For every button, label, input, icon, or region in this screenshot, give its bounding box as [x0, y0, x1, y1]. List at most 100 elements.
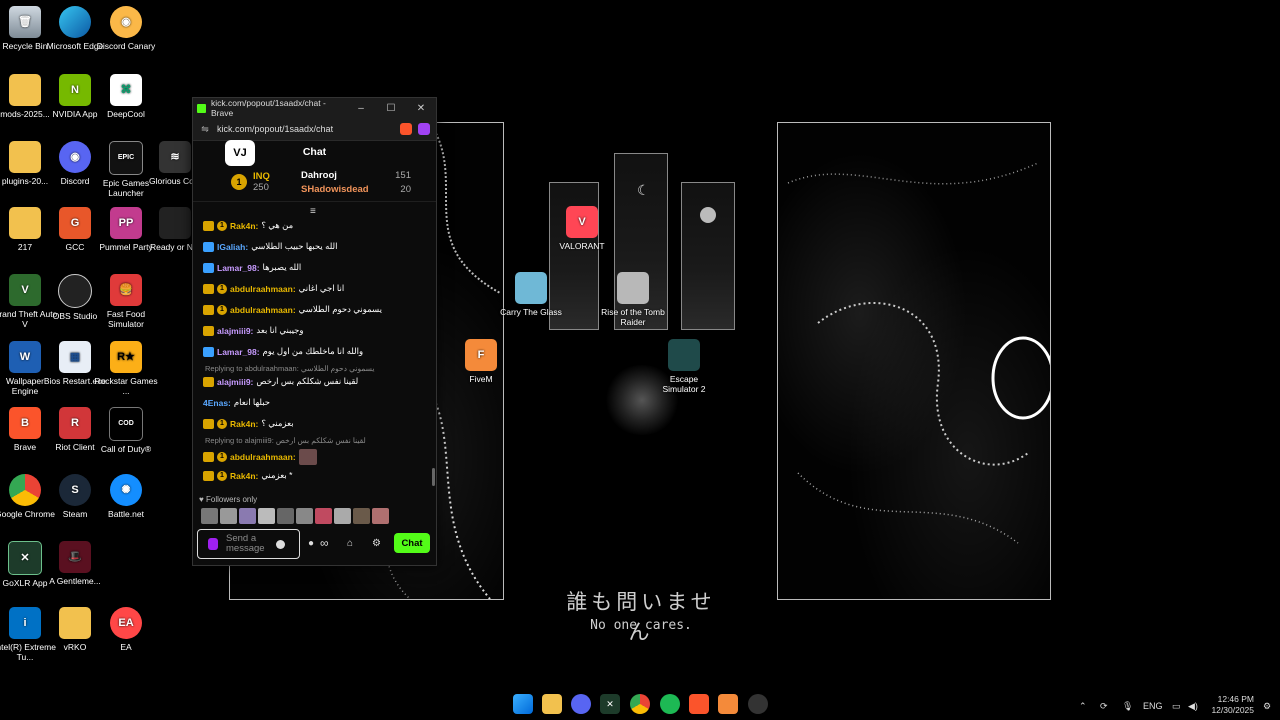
gta-v-icon: V: [9, 274, 41, 306]
chat-text: الله يحبها حبيب الطلاسي: [251, 241, 338, 251]
url-text[interactable]: kick.com/popout/1saadx/chat: [217, 124, 400, 134]
chat-scrollbar[interactable]: [432, 468, 435, 486]
cod-icon: COD: [109, 407, 143, 441]
chat-username[interactable]: lGaliah:: [217, 242, 248, 252]
maximize-icon[interactable]: ☐: [376, 103, 406, 114]
minimize-icon[interactable]: –: [346, 103, 376, 114]
epic-games-icon: EPIC: [109, 141, 143, 175]
pummel-party-icon: PP: [110, 207, 142, 239]
discord-taskbar-icon[interactable]: [571, 694, 591, 714]
chat-username[interactable]: Rak4n:: [230, 221, 258, 231]
emote-icon[interactable]: [315, 508, 332, 524]
sync-icon[interactable]: ⟳: [1100, 701, 1108, 712]
microphone-icon[interactable]: [208, 538, 218, 550]
kick-icon: [197, 103, 206, 113]
leader-third: SHadowisdead 20: [301, 184, 411, 195]
browser-titlebar[interactable]: kick.com/popout/1saadx/chat - Brave – ☐ …: [193, 98, 436, 118]
desktop-icon-call-of-duty[interactable]: COD Call of Duty®: [93, 403, 159, 454]
emoji-icon[interactable]: [276, 539, 285, 549]
desktop-icon-deepcool[interactable]: ⌘ DeepCool: [93, 70, 159, 119]
desktop-icon-valorant[interactable]: V VALORANT: [549, 202, 615, 251]
infinity-icon[interactable]: ∞: [320, 536, 329, 550]
leader-second-name: Dahrooj: [301, 169, 337, 181]
desktop-icon-fivem[interactable]: F FiveM: [448, 335, 514, 384]
rockstar-icon: R★: [110, 341, 142, 373]
verified-badge-icon: [203, 346, 214, 357]
close-icon[interactable]: ✕: [406, 103, 436, 114]
emote-icon[interactable]: [353, 508, 370, 524]
ready-or-not-icon: [159, 207, 191, 239]
chat-input[interactable]: Send a message: [197, 529, 300, 559]
chat-username[interactable]: alajmiii9:: [217, 326, 253, 336]
valorant-icon: V: [566, 206, 598, 238]
emote-icon[interactable]: [201, 508, 218, 524]
chrome-taskbar-icon[interactable]: [630, 694, 650, 714]
chat-username[interactable]: Lamar_98:: [217, 263, 260, 273]
chat-username[interactable]: Rak4n:: [230, 419, 258, 429]
gear-icon[interactable]: ⚙: [372, 538, 381, 549]
brave-taskbar-icon[interactable]: [689, 694, 709, 714]
fivem-taskbar-icon[interactable]: [718, 694, 738, 714]
brave-shields-icon[interactable]: [400, 123, 412, 135]
desktop-icon-carry-the-glass[interactable]: Carry The Glass: [498, 268, 564, 317]
leader-third-value: 20: [400, 183, 411, 195]
folder-icon: [9, 141, 41, 173]
emote-icon[interactable]: [220, 508, 237, 524]
crown-badge-icon: [203, 325, 214, 336]
brave-rewards-icon[interactable]: [418, 123, 430, 135]
chevron-up-icon[interactable]: ⌃: [1079, 701, 1087, 712]
subscriber-badge-icon: 1: [217, 452, 227, 462]
chat-username[interactable]: abdulraahmaan:: [230, 284, 296, 294]
goxlr-taskbar-icon[interactable]: ✕: [600, 694, 620, 714]
desktop-icon-escape-simulator[interactable]: Escape Simulator 2: [651, 335, 717, 394]
emote-icon[interactable]: [258, 508, 275, 524]
clock[interactable]: 12:46 PM 12/30/2025: [1206, 694, 1254, 716]
chat-message: Lamar_98: الله يصبرها: [203, 262, 301, 273]
store-icon[interactable]: ⌂: [347, 538, 353, 549]
desktop-icon-rise-of-tomb-raider[interactable]: Rise of the Tomb Raider: [600, 268, 666, 327]
kicks-icon[interactable]: ●: [308, 538, 314, 549]
pinned-toggle-icon[interactable]: ≡: [310, 206, 316, 217]
desktop-icon-ea[interactable]: EA EA: [93, 603, 159, 652]
chat-username[interactable]: 4Enas:: [203, 398, 231, 408]
chat-text: الله يصبرها: [262, 262, 302, 272]
desktop-icon-rockstar[interactable]: R★ Rockstar Games ...: [93, 337, 159, 396]
chat-message: lGaliah: الله يحبها حبيب الطلاسي: [203, 241, 337, 252]
address-bar[interactable]: ⇋ kick.com/popout/1saadx/chat: [193, 118, 436, 141]
chat-message-list[interactable]: 1 Rak4n: من هي ؟ lGaliah: الله يحبها حبيب ا…: [193, 220, 436, 488]
site-settings-icon[interactable]: ⇋: [193, 124, 217, 135]
chat-username[interactable]: Lamar_98:: [217, 347, 260, 357]
folder-icon: [9, 207, 41, 239]
desktop-icon-battle-net[interactable]: ✺ Battle.net: [93, 470, 159, 519]
chat-title: Chat: [302, 146, 327, 158]
verified-badge-icon: [203, 241, 214, 252]
send-chat-button[interactable]: Chat: [394, 533, 430, 553]
chat-username[interactable]: alajmiii9:: [217, 377, 253, 387]
emote-icon[interactable]: [239, 508, 256, 524]
notifications-icon[interactable]: ⚙: [1263, 701, 1271, 712]
desktop-icon-discord-canary[interactable]: ◉ Discord Canary: [93, 2, 159, 51]
desktop-icon-a-gentleman[interactable]: 🎩 A Gentleme...: [42, 537, 108, 586]
microphone-tray-icon[interactable]: 🎙: [1122, 701, 1133, 712]
emote-icon[interactable]: [277, 508, 294, 524]
leader-first-value: 250: [253, 182, 269, 193]
file-explorer-icon[interactable]: [542, 694, 562, 714]
volume-icon[interactable]: ◀): [1188, 701, 1198, 712]
emote-icon[interactable]: [372, 508, 389, 524]
fast-food-icon: 🍔: [110, 274, 142, 306]
language-indicator[interactable]: ENG: [1143, 701, 1163, 711]
start-icon[interactable]: [513, 694, 533, 714]
chat-input-placeholder: Send a message: [226, 533, 265, 554]
followers-only-notice: ♥ Followers only: [199, 495, 258, 504]
moon-icon: ☾: [637, 182, 650, 198]
network-icon[interactable]: ▭: [1172, 701, 1181, 712]
wallpaper-right-panel: [777, 122, 1051, 600]
chat-username[interactable]: abdulraahmaan:: [230, 305, 296, 315]
chat-username[interactable]: Rak4n:: [230, 471, 258, 481]
emote-icon[interactable]: [334, 508, 351, 524]
chat-username[interactable]: abdulraahmaan:: [230, 452, 296, 462]
emote-icon[interactable]: [296, 508, 313, 524]
desktop-icon-fast-food-sim[interactable]: 🍔 Fast Food Simulator: [93, 270, 159, 329]
steelseries-icon[interactable]: [748, 694, 768, 714]
spotify-icon[interactable]: [660, 694, 680, 714]
